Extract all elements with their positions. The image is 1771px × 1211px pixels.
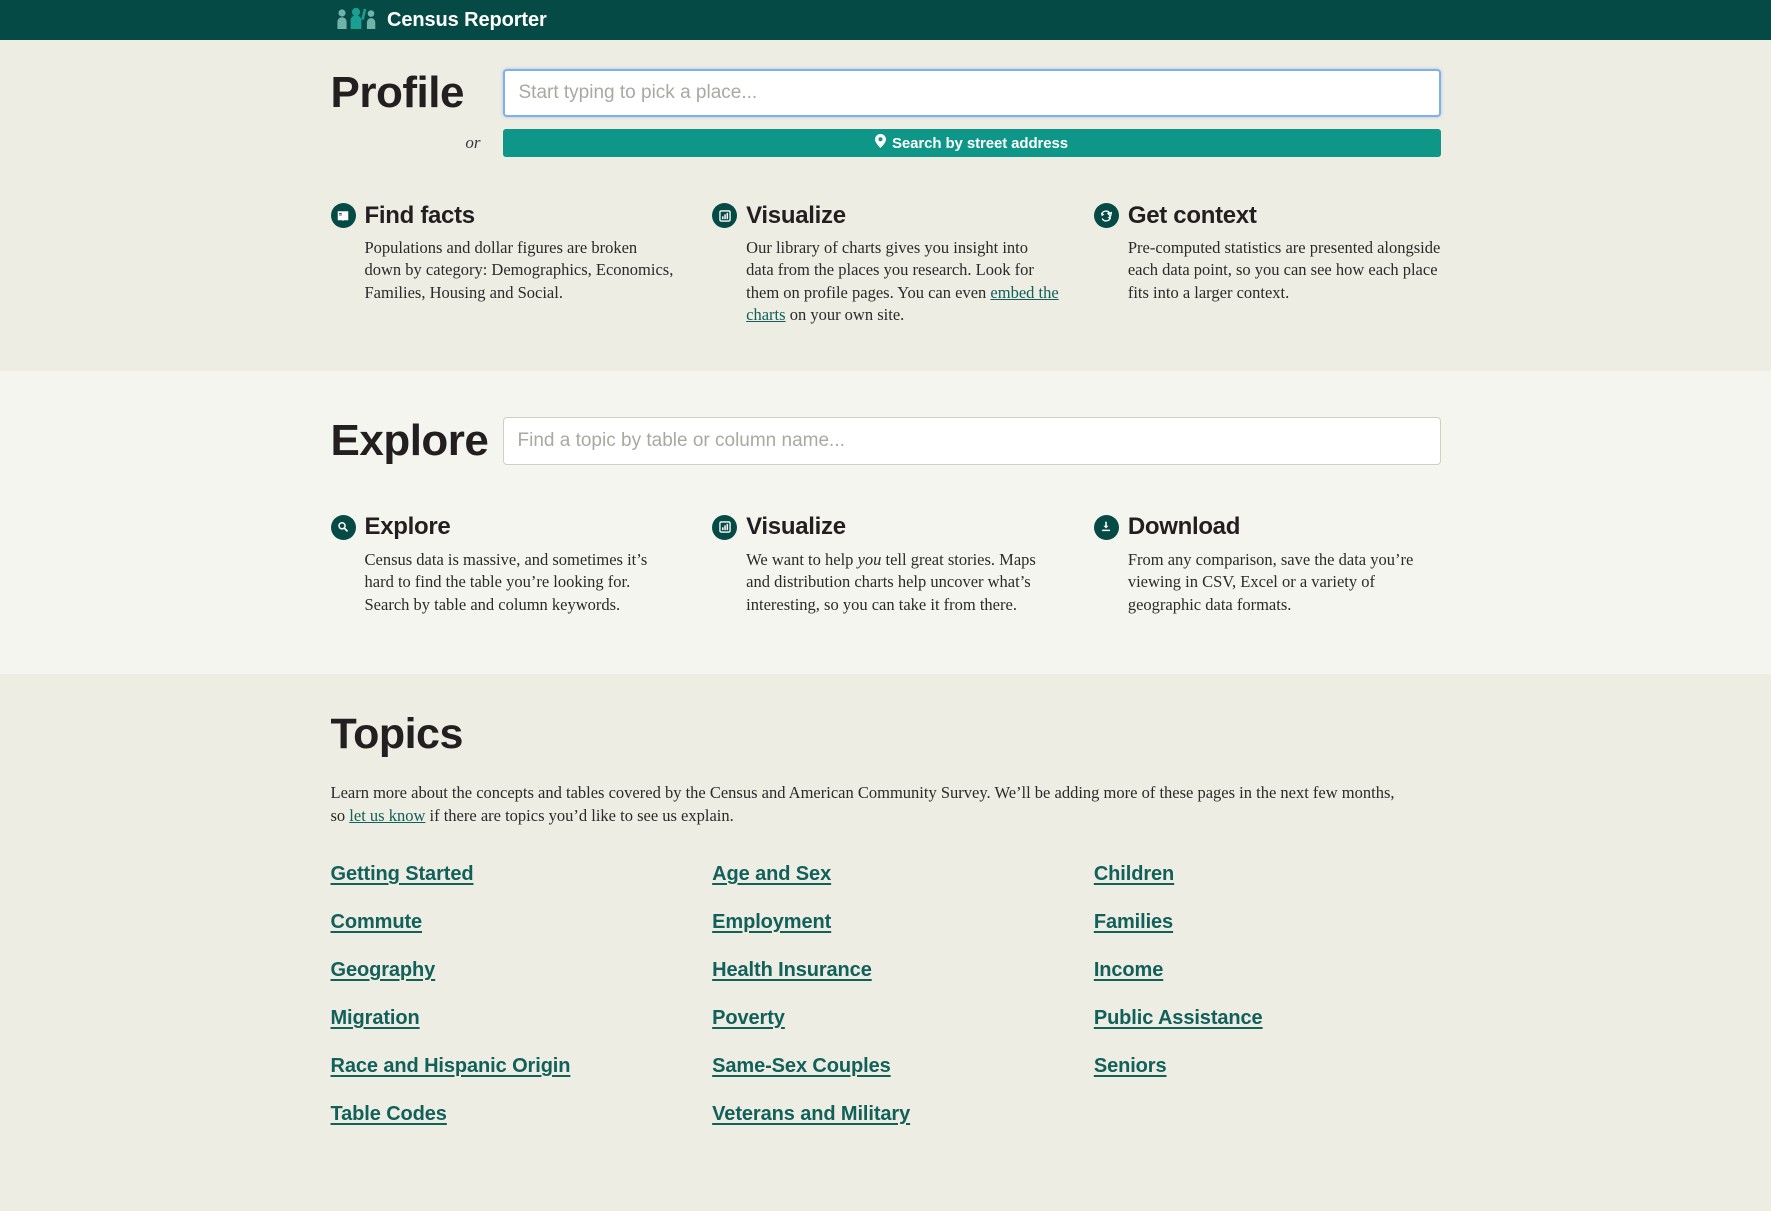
profile-section: Profile or Search by street address (0, 40, 1771, 371)
profile-search-row: Profile (331, 69, 1441, 117)
three-people-icon (336, 6, 376, 35)
bar-chart-icon (712, 514, 738, 540)
topics-intro: Learn more about the concepts and tables… (331, 782, 1396, 827)
card-body: Our library of charts gives you insight … (746, 237, 1059, 327)
profile-heading: Profile (330, 68, 465, 117)
card-body: We want to help you tell great stories. … (746, 549, 1059, 616)
let-us-know-link[interactable]: let us know (349, 806, 425, 825)
topic-link-public-assistance[interactable]: Public Assistance (1094, 1007, 1263, 1030)
topics-grid: Getting Started Commute Geography Migrat… (331, 863, 1441, 1151)
feature-card-find-facts: Find facts Populations and dollar figure… (330, 201, 678, 327)
topics-column-2: Age and Sex Employment Health Insurance … (712, 863, 1059, 1151)
topics-column-3: Children Families Income Public Assistan… (1094, 863, 1441, 1151)
brand-name: Census Reporter (387, 8, 547, 31)
topic-link-geography[interactable]: Geography (331, 959, 436, 982)
topic-link-getting-started[interactable]: Getting Started (331, 863, 474, 886)
map-pin-icon (874, 134, 886, 152)
feature-card-get-context: Get context Pre-computed statistics are … (1093, 201, 1441, 327)
profile-or-row: or Search by street address (331, 129, 1441, 157)
search-by-street-address-button[interactable]: Search by street address (502, 129, 1441, 157)
feature-card-download: Download From any comparison, save the d… (1093, 513, 1441, 616)
topic-link-migration[interactable]: Migration (331, 1007, 420, 1030)
topic-link-race-and-hispanic-origin[interactable]: Race and Hispanic Origin (331, 1055, 571, 1078)
topic-link-same-sex-couples[interactable]: Same-Sex Couples (712, 1055, 891, 1078)
topics-section: Topics Learn more about the concepts and… (0, 674, 1771, 1211)
card-body: From any comparison, save the data you’r… (1127, 549, 1414, 614)
profile-search-input[interactable] (502, 69, 1441, 117)
brand-home-link[interactable]: Census Reporter (336, 6, 547, 35)
topics-column-1: Getting Started Commute Geography Migrat… (331, 863, 678, 1151)
topic-link-employment[interactable]: Employment (712, 911, 831, 934)
topic-link-families[interactable]: Families (1094, 911, 1173, 934)
explore-feature-cards: Explore Census data is massive, and some… (330, 513, 1441, 616)
card-title: Get context (1127, 201, 1257, 229)
card-title: Download (1127, 513, 1241, 541)
card-header: Visualize (712, 203, 1059, 228)
topic-link-age-and-sex[interactable]: Age and Sex (712, 863, 831, 886)
card-header: Visualize (712, 513, 1059, 541)
profile-feature-cards: Find facts Populations and dollar figure… (330, 201, 1441, 327)
book-icon (330, 203, 356, 228)
card-body: Census data is massive, and sometimes it… (364, 549, 648, 614)
topic-link-income[interactable]: Income (1094, 959, 1164, 982)
page-root: Census Reporter Profile or Search by str… (0, 0, 1771, 1211)
topic-link-children[interactable]: Children (1094, 863, 1174, 886)
card-header: Explore (330, 513, 678, 541)
explore-search-row: Explore (330, 415, 1441, 465)
explore-section: Explore Explore Census data is m (0, 370, 1771, 675)
topics-intro-text-after-link: if there are topics you’d like to see us… (425, 805, 734, 825)
card-body-text-after-link: on your own site. (785, 305, 905, 325)
or-label: or (465, 133, 481, 152)
card-body-emphasis: you (857, 549, 882, 569)
card-title: Visualize (746, 513, 846, 541)
topic-link-seniors[interactable]: Seniors (1094, 1055, 1167, 1078)
card-header: Find facts (330, 201, 678, 229)
card-body-text-before-emphasis: We want to help (746, 549, 858, 569)
feature-card-visualize: Visualize Our library of charts gives yo… (712, 203, 1059, 327)
feature-card-explore: Explore Census data is massive, and some… (330, 513, 678, 616)
card-title: Explore (364, 513, 451, 541)
refresh-icon (1093, 203, 1119, 228)
card-body: Pre-computed statistics are presented al… (1127, 238, 1441, 302)
topics-heading: Topics (330, 710, 464, 759)
topic-link-health-insurance[interactable]: Health Insurance (712, 959, 872, 982)
topic-link-table-codes[interactable]: Table Codes (331, 1103, 447, 1126)
topic-link-veterans-and-military[interactable]: Veterans and Military (712, 1103, 910, 1126)
card-title: Visualize (746, 201, 846, 229)
card-header: Get context (1093, 201, 1441, 229)
explore-search-input[interactable] (502, 416, 1441, 465)
card-body: Populations and dollar figures are broke… (364, 238, 674, 302)
card-header: Download (1093, 513, 1441, 541)
card-title: Find facts (364, 201, 476, 229)
topic-link-commute[interactable]: Commute (331, 911, 423, 934)
topic-link-poverty[interactable]: Poverty (712, 1007, 785, 1030)
site-header: Census Reporter (0, 0, 1771, 40)
search-by-street-address-label: Search by street address (891, 134, 1069, 152)
explore-heading: Explore (330, 415, 489, 465)
feature-card-visualize-explore: Visualize We want to help you tell great… (712, 513, 1059, 616)
bar-chart-icon (712, 203, 738, 228)
download-icon (1093, 514, 1119, 540)
search-icon (330, 514, 356, 540)
